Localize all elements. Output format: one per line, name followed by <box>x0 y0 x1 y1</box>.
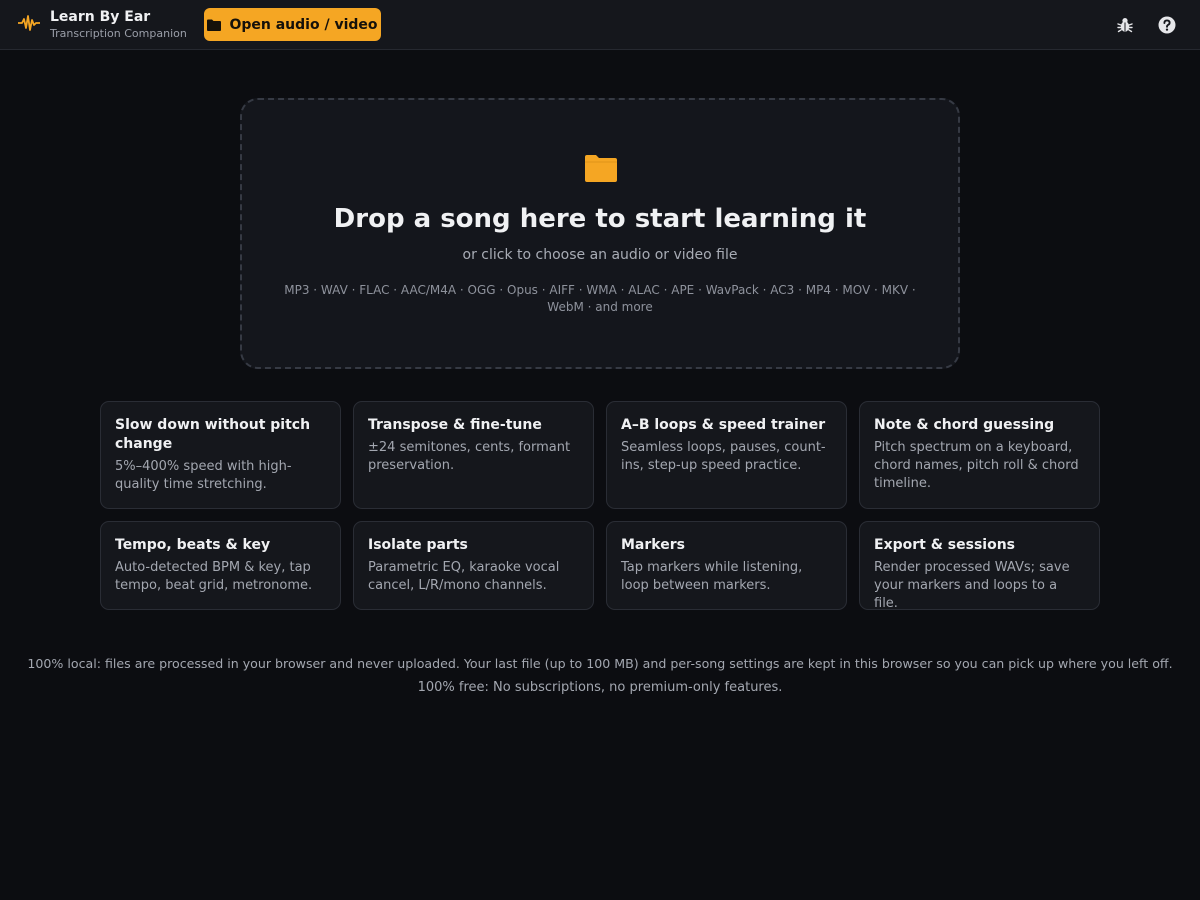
feature-card-transpose: Transpose & fine-tune ±24 semitones, cen… <box>353 401 594 509</box>
app-subtitle: Transcription Companion <box>50 27 187 40</box>
feature-description: Seamless loops, pauses, count-ins, step-… <box>621 440 826 473</box>
feature-description: Tap markers while listening, loop betwee… <box>621 560 803 593</box>
open-button-label: Open audio / video <box>229 16 378 33</box>
feature-description: ±24 semitones, cents, formant preservati… <box>368 440 571 473</box>
feature-description: 5%–400% speed with high-quality time str… <box>115 459 292 492</box>
feature-title: Tempo, beats & key <box>115 537 271 553</box>
feature-card-export: Export & sessions Render processed WAVs;… <box>859 521 1100 611</box>
feature-title: A–B loops & speed trainer <box>621 417 826 433</box>
app-title: Learn By Ear <box>50 9 151 25</box>
feature-card-tempo: Tempo, beats & key Auto-detected BPM & k… <box>100 521 341 610</box>
open-audio-video-button[interactable]: Open audio / video <box>204 8 381 41</box>
folder-icon <box>207 19 222 31</box>
feature-description: Parametric EQ, karaoke vocal cancel, L/R… <box>368 560 560 593</box>
feature-title: Note & chord guessing <box>874 417 1055 433</box>
file-dropzone[interactable]: Drop a song here to start learning it or… <box>240 98 960 369</box>
feature-card-slow-down: Slow down without pitch change 5%–400% s… <box>100 401 341 509</box>
feature-description: Render processed WAVs; save your markers… <box>874 560 1070 611</box>
privacy-note: 100% local: files are processed in your … <box>27 656 1173 671</box>
bug-icon <box>1117 18 1133 33</box>
feature-title: Export & sessions <box>874 537 1015 553</box>
help-button[interactable] <box>1155 13 1179 37</box>
feature-description: Auto-detected BPM & key, tap tempo, beat… <box>115 560 313 593</box>
feature-title: Slow down without pitch change <box>115 417 311 452</box>
feature-card-isolate: Isolate parts Parametric EQ, karaoke voc… <box>353 521 594 610</box>
dropzone-title: Drop a song here to start learning it <box>333 204 867 234</box>
help-icon <box>1158 16 1176 34</box>
supported-formats: MP3 · WAV · FLAC · AAC/M4A · OGG · Opus … <box>284 283 916 314</box>
pricing-note: 100% free: No subscriptions, no premium-… <box>417 680 783 695</box>
feature-title: Isolate parts <box>368 537 468 553</box>
feature-description: Pitch spectrum on a keyboard, chord name… <box>874 440 1079 491</box>
feature-card-chord-guessing: Note & chord guessing Pitch spectrum on … <box>859 401 1100 509</box>
debug-button[interactable] <box>1113 13 1137 37</box>
top-bar: Learn By Ear Transcription Companion Ope… <box>0 0 1200 50</box>
feature-title: Transpose & fine-tune <box>368 417 542 433</box>
feature-card-loops: A–B loops & speed trainer Seamless loops… <box>606 401 847 509</box>
dropzone-subtitle: or click to choose an audio or video fil… <box>462 247 738 263</box>
feature-card-markers: Markers Tap markers while listening, loo… <box>606 521 847 610</box>
waveform-icon <box>18 15 40 31</box>
feature-title: Markers <box>621 537 685 553</box>
folder-icon <box>585 155 617 182</box>
